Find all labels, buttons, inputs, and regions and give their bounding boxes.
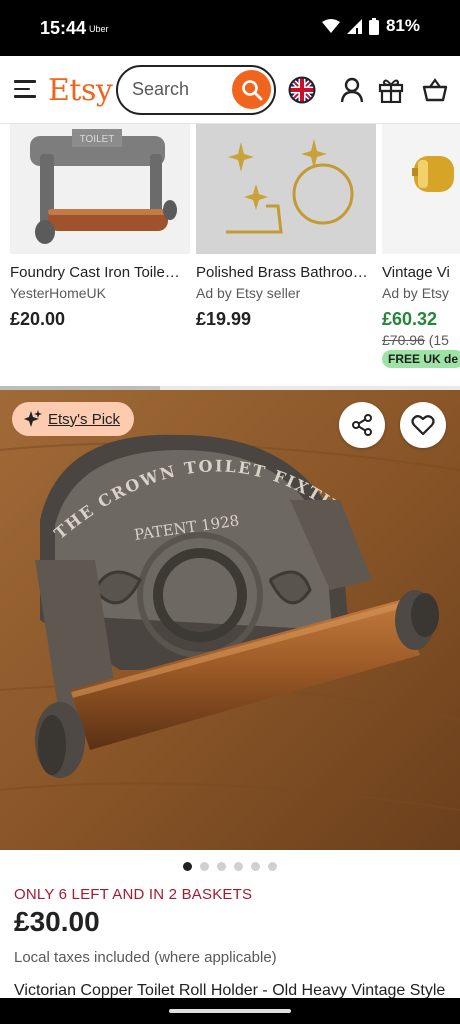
search-input[interactable] [132,79,227,100]
listing-main-image[interactable]: THE CROWN TOILET FIXTURE PATENT 1928 Ets… [0,390,460,850]
heart-icon [411,415,435,436]
product-image[interactable] [196,124,376,254]
app-header: Etsy [0,56,460,124]
ad-label: Ad by Etsy seller [196,285,301,301]
sparkle-icon [24,410,42,427]
plate-label: TOILET [80,134,115,145]
search-icon [241,79,262,100]
pagination-dot[interactable] [183,862,192,871]
pagination-dot[interactable] [234,862,243,871]
stock-notice: ONLY 6 LEFT AND IN 2 BASKETS [14,886,253,903]
free-delivery-badge: FREE UK de [382,350,460,368]
taxes-note: Local taxes included (where applicable) [14,949,277,966]
search-bar[interactable] [116,65,276,115]
product-card[interactable]: Polished Brass Bathroo… Ad by Etsy selle… [196,124,376,330]
original-price-row: £70.96 (15 [382,332,460,348]
pagination-dot[interactable] [200,862,209,871]
product-title[interactable]: Polished Brass Bathroo… [196,264,376,281]
status-time: 15:44 [40,18,87,38]
favorite-button[interactable] [400,402,446,448]
product-image[interactable]: TOILET [10,124,190,254]
product-price: £19.99 [196,309,252,329]
product-card[interactable]: Vintage Vi Ad by Etsy £60.32 £70.96 (15 … [382,124,460,368]
gift-icon[interactable] [377,76,405,104]
signal-icon [346,18,362,34]
listing-price: £30.00 [14,906,100,937]
system-nav-bar [0,998,460,1024]
product-title[interactable]: Vintage Vi [382,264,460,281]
search-button[interactable] [232,70,271,109]
battery-icon [368,17,379,35]
uk-flag-icon[interactable] [288,76,316,104]
product-card[interactable]: TOILET Foundry Cast Iron Toile… YesterHo… [10,124,190,330]
pagination-dot[interactable] [268,862,277,871]
pagination-dot[interactable] [217,862,226,871]
toilet-roll-holder-photo: THE CROWN TOILET FIXTURE PATENT 1928 [0,390,460,850]
ad-label: Ad by Etsy [382,285,449,301]
etsy-logo[interactable]: Etsy [48,73,113,108]
etsys-pick-label: Etsy's Pick [48,410,121,428]
status-bar: 15:44 Uber 81% [0,0,460,56]
basket-icon[interactable] [421,76,449,104]
recommended-products: TOILET Foundry Cast Iron Toile… YesterHo… [0,124,460,390]
status-carrier: Uber [89,24,109,34]
battery-percent: 81% [385,16,420,35]
pagination-dot[interactable] [251,862,260,871]
wifi-icon [321,18,340,33]
status-icons: 81% [321,16,420,36]
image-pagination-dots[interactable] [0,862,460,871]
original-price: £70.96 [382,332,425,348]
account-icon[interactable] [338,76,366,104]
discount-percent: (15 [428,332,449,348]
home-gesture-handle[interactable] [169,1009,291,1013]
product-title[interactable]: Foundry Cast Iron Toile… [10,264,190,281]
menu-icon[interactable] [14,80,36,98]
share-button[interactable] [339,402,385,448]
sale-price: £60.32 [382,309,438,329]
product-price: £20.00 [10,309,66,329]
share-icon [352,414,372,436]
product-image[interactable] [382,124,460,254]
shop-name: YesterHomeUK [10,285,106,301]
etsys-pick-badge[interactable]: Etsy's Pick [12,402,135,436]
